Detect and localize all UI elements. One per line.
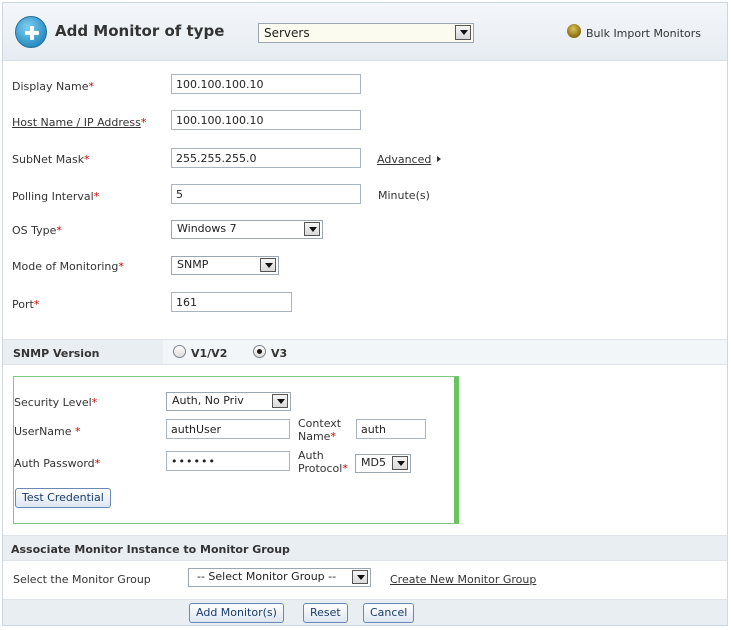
footer-bar: Add Monitor(s) Reset Cancel <box>3 599 727 625</box>
polling-interval-input[interactable] <box>171 184 361 204</box>
port-input[interactable] <box>171 292 292 312</box>
host-name-label: Host Name / IP Address* <box>12 116 147 129</box>
mode-of-monitoring-label: Mode of Monitoring* <box>12 260 124 273</box>
page-title: Add Monitor of type <box>55 22 225 40</box>
os-type-select[interactable]: Windows 7 <box>171 220 323 239</box>
context-name-label: Context Name* <box>298 417 342 443</box>
monitor-group-select[interactable]: -- Select Monitor Group -- <box>188 568 371 587</box>
os-type-value: Windows 7 <box>177 222 237 235</box>
radio-v3-label[interactable]: V3 <box>271 347 287 360</box>
add-monitor-panel: Add Monitor of type Servers Bulk Import … <box>2 2 728 626</box>
chevron-down-icon[interactable] <box>304 222 320 236</box>
security-level-value: Auth, No Priv <box>172 394 244 407</box>
radio-v1v2[interactable] <box>173 345 186 358</box>
host-name-input[interactable] <box>171 110 361 130</box>
snmp-credentials-box: Security Level* Auth, No Priv UserName *… <box>13 376 459 524</box>
username-label: UserName * <box>14 425 81 438</box>
advanced-link[interactable]: Advanced <box>377 153 431 166</box>
security-level-label: Security Level* <box>14 396 98 409</box>
chevron-down-icon[interactable] <box>392 456 408 470</box>
caret-right-icon <box>437 156 441 162</box>
bulk-import-icon[interactable] <box>567 24 581 38</box>
snmp-version-band: SNMP Version V1/V2 V3 <box>3 339 727 365</box>
monitor-type-value: Servers <box>264 26 310 40</box>
polling-interval-label: Polling Interval* <box>12 190 100 203</box>
context-name-input[interactable] <box>356 419 426 439</box>
subnet-mask-label: SubNet Mask* <box>12 153 90 166</box>
os-type-label: OS Type* <box>12 224 62 237</box>
auth-protocol-label: Auth Protocol* <box>298 449 348 475</box>
auth-protocol-select[interactable]: MD5 <box>355 454 411 473</box>
monitor-type-select[interactable]: Servers <box>258 23 474 43</box>
create-monitor-group-link[interactable]: Create New Monitor Group <box>390 573 536 586</box>
header-bar: Add Monitor of type Servers Bulk Import … <box>3 3 727 61</box>
subnet-mask-input[interactable] <box>171 148 361 168</box>
add-plus-icon <box>15 16 47 48</box>
username-input[interactable] <box>166 419 290 439</box>
polling-unit-label: Minute(s) <box>378 189 430 202</box>
mode-of-monitoring-select[interactable]: SNMP <box>171 256 279 275</box>
cancel-button[interactable]: Cancel <box>363 603 415 623</box>
test-credential-button[interactable]: Test Credential <box>15 488 111 508</box>
auth-protocol-value: MD5 <box>361 456 386 469</box>
add-monitor-button[interactable]: Add Monitor(s) <box>189 603 284 623</box>
radio-v3[interactable] <box>253 345 266 358</box>
mode-of-monitoring-value: SNMP <box>177 258 209 271</box>
monitor-group-band: Associate Monitor Instance to Monitor Gr… <box>3 535 727 561</box>
auth-password-input[interactable] <box>166 451 290 471</box>
monitor-group-value: -- Select Monitor Group -- <box>197 570 337 583</box>
display-name-label: Display Name* <box>12 80 94 93</box>
display-name-input[interactable] <box>171 74 361 94</box>
auth-password-label: Auth Password* <box>14 457 101 470</box>
security-level-select[interactable]: Auth, No Priv <box>166 392 291 411</box>
radio-v1v2-label[interactable]: V1/V2 <box>191 347 227 360</box>
chevron-down-icon[interactable] <box>352 570 368 584</box>
snmp-version-options: V1/V2 V3 <box>163 340 727 364</box>
snmp-version-label: SNMP Version <box>13 347 100 360</box>
chevron-down-icon[interactable] <box>455 25 471 40</box>
port-label: Port* <box>12 298 40 311</box>
chevron-down-icon[interactable] <box>272 394 288 408</box>
monitor-group-section-label: Associate Monitor Instance to Monitor Gr… <box>11 543 290 556</box>
select-monitor-group-label: Select the Monitor Group <box>13 573 151 586</box>
reset-button[interactable]: Reset <box>303 603 348 623</box>
chevron-down-icon[interactable] <box>260 258 276 272</box>
bulk-import-link[interactable]: Bulk Import Monitors <box>586 27 701 40</box>
